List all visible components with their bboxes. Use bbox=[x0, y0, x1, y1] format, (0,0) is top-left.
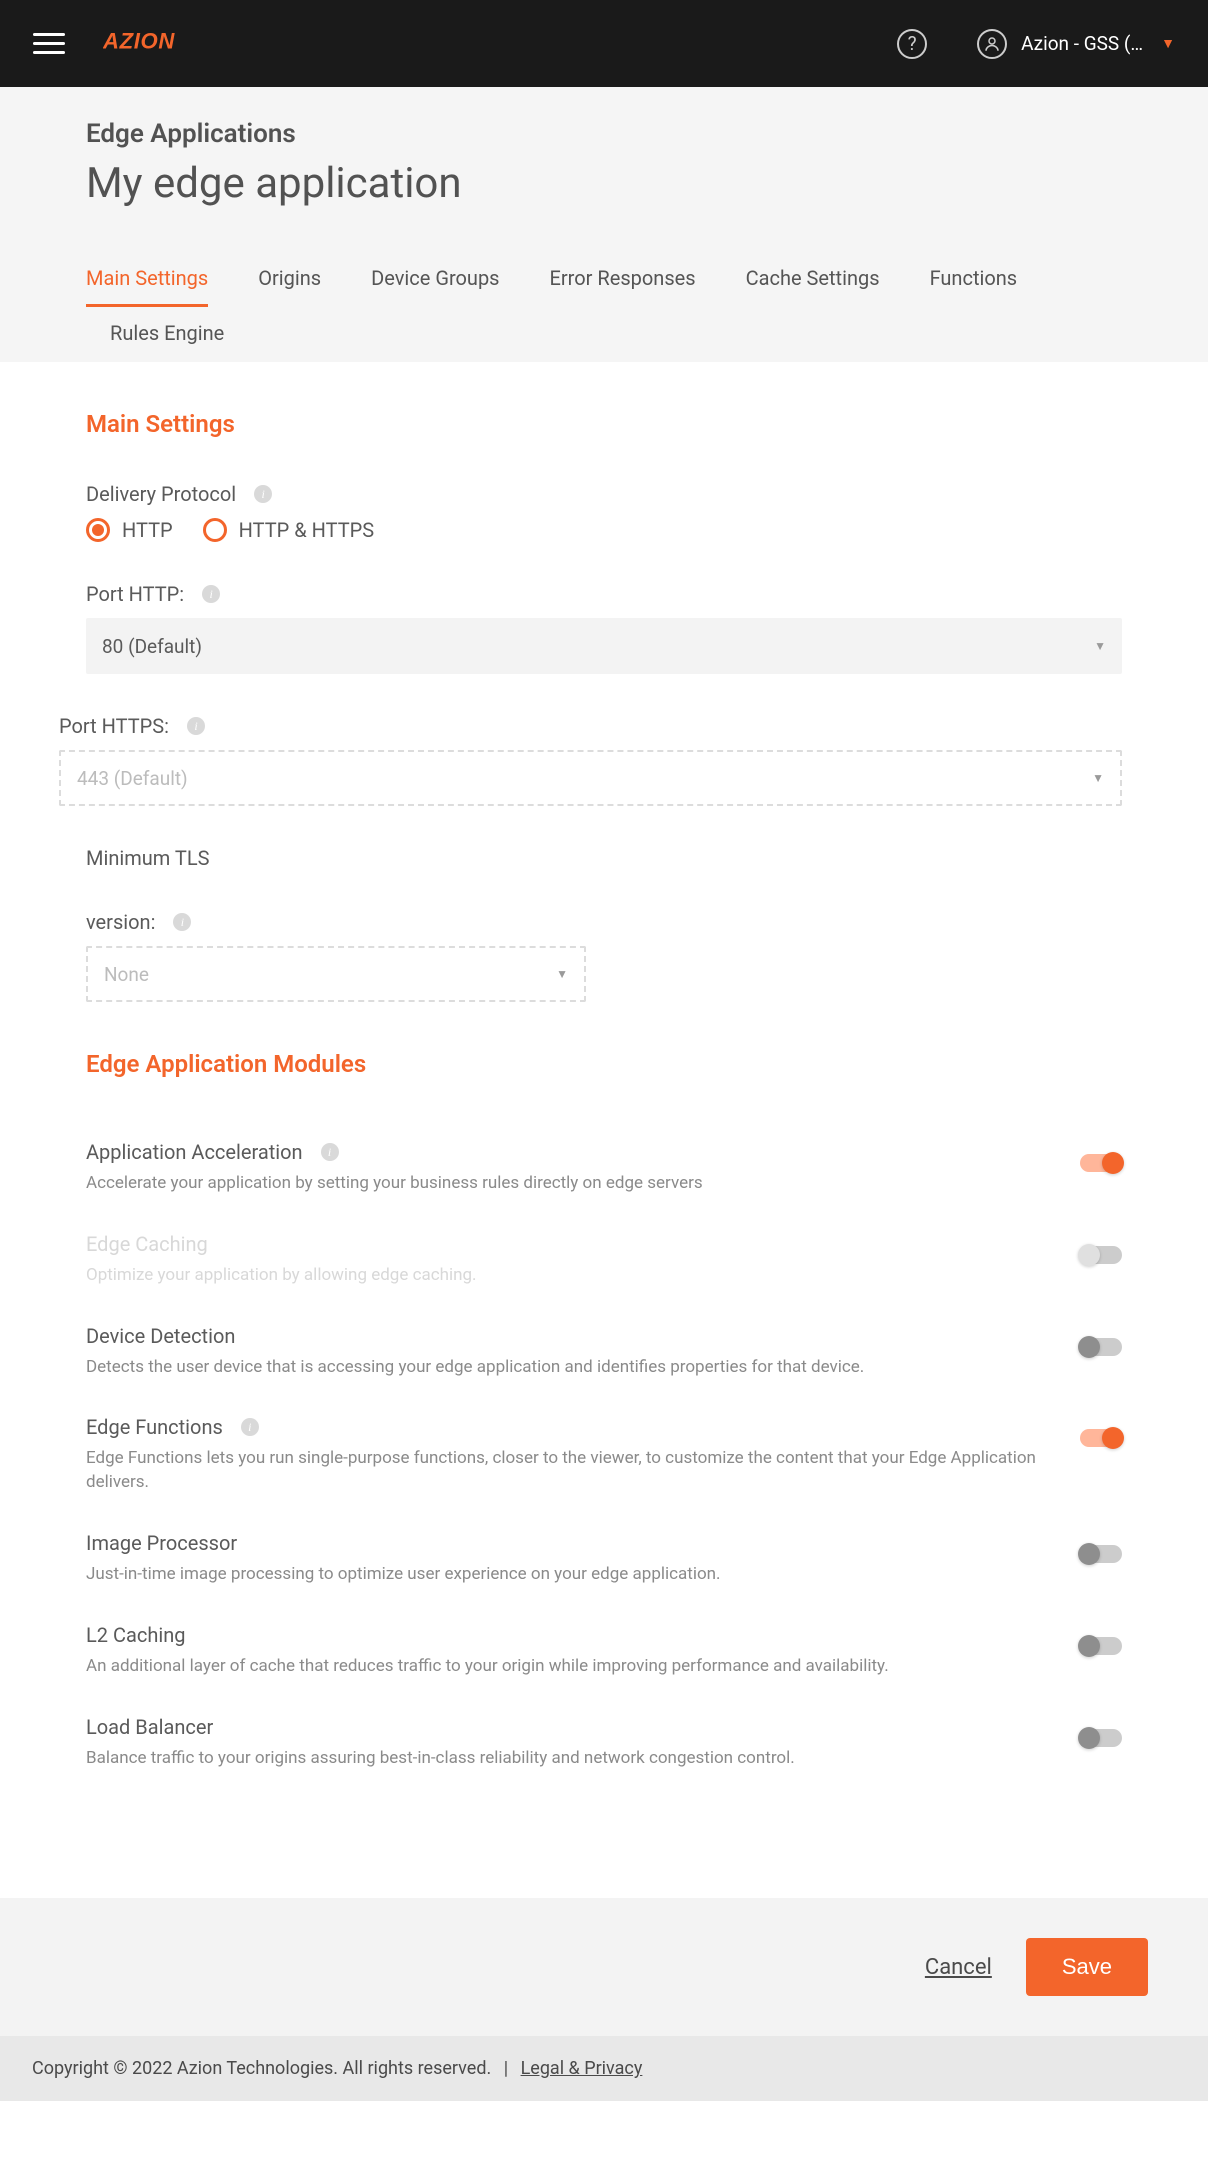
info-icon[interactable]: i bbox=[254, 485, 272, 503]
section-main-settings: Main Settings bbox=[86, 410, 1122, 438]
module-row: Image Processor Just-in-time image proces… bbox=[86, 1513, 1122, 1605]
page-title: My edge application bbox=[86, 159, 1122, 208]
tab-origins[interactable]: Origins bbox=[258, 252, 321, 307]
module-row: Load Balancer Balance traffic to your ori… bbox=[86, 1697, 1122, 1789]
label-delivery-protocol: Delivery Protocol i bbox=[86, 482, 272, 506]
legal-link[interactable]: Legal & Privacy bbox=[521, 2058, 643, 2079]
info-icon[interactable]: i bbox=[173, 913, 191, 931]
info-icon[interactable]: i bbox=[202, 585, 220, 603]
chevron-down-icon[interactable]: ▼ bbox=[1161, 35, 1175, 52]
module-row: Edge Caching Optimize your application by… bbox=[86, 1214, 1122, 1306]
module-desc: Just-in-time image processing to optimiz… bbox=[86, 1563, 1040, 1587]
tab-cache-settings[interactable]: Cache Settings bbox=[746, 252, 880, 307]
tab-device-groups[interactable]: Device Groups bbox=[371, 252, 499, 307]
radio-http-https[interactable]: HTTP & HTTPS bbox=[203, 518, 375, 542]
actions-bar: Cancel Save bbox=[0, 1898, 1208, 2036]
module-title: Load Balancer bbox=[86, 1715, 1040, 1739]
toggle bbox=[1080, 1246, 1122, 1264]
select-min-tls: None ▼ bbox=[86, 946, 586, 1002]
chevron-down-icon: ▼ bbox=[1094, 639, 1106, 653]
label-port-http: Port HTTP: i bbox=[86, 582, 220, 606]
module-row: Application Accelerationi Accelerate your… bbox=[86, 1122, 1122, 1214]
tab-functions[interactable]: Functions bbox=[930, 252, 1018, 307]
toggle[interactable] bbox=[1080, 1729, 1122, 1747]
label-min-tls1: Minimum TLS bbox=[86, 846, 1122, 870]
save-button[interactable]: Save bbox=[1026, 1938, 1148, 1996]
chevron-down-icon: ▼ bbox=[1092, 771, 1104, 785]
module-row: L2 Caching An additional layer of cache t… bbox=[86, 1605, 1122, 1697]
module-row: Device Detection Detects the user device … bbox=[86, 1306, 1122, 1398]
toggle[interactable] bbox=[1080, 1545, 1122, 1563]
avatar-icon[interactable] bbox=[977, 29, 1007, 59]
toggle[interactable] bbox=[1080, 1637, 1122, 1655]
logo[interactable]: AZION bbox=[103, 28, 233, 60]
svg-text:AZION: AZION bbox=[103, 28, 175, 53]
toggle[interactable] bbox=[1080, 1154, 1122, 1172]
menu-icon[interactable] bbox=[33, 28, 65, 60]
help-icon[interactable]: ? bbox=[897, 29, 927, 59]
tab-rules-engine[interactable]: Rules Engine bbox=[110, 307, 224, 362]
radio-http[interactable]: HTTP bbox=[86, 518, 173, 542]
copyright-text: Copyright © 2022 Azion Technologies. All… bbox=[32, 2058, 491, 2079]
footer: Copyright © 2022 Azion Technologies. All… bbox=[0, 2036, 1208, 2101]
content: Main Settings Delivery Protocol i HTTP H… bbox=[0, 362, 1208, 1898]
tabs: Main Settings Origins Device Groups Erro… bbox=[86, 252, 1122, 362]
module-desc: Balance traffic to your origins assuring… bbox=[86, 1747, 1040, 1771]
module-title: Device Detection bbox=[86, 1324, 1040, 1348]
topbar: AZION ? Azion - GSS (… ▼ bbox=[0, 0, 1208, 87]
module-desc: Edge Functions lets you run single-purpo… bbox=[86, 1447, 1040, 1495]
cancel-button[interactable]: Cancel bbox=[925, 1955, 992, 1980]
toggle[interactable] bbox=[1080, 1338, 1122, 1356]
select-port-http[interactable]: 80 (Default) ▼ bbox=[86, 618, 1122, 674]
select-port-https: 443 (Default) ▼ bbox=[59, 750, 1122, 806]
module-title: Application Accelerationi bbox=[86, 1140, 1040, 1164]
user-label[interactable]: Azion - GSS (… bbox=[1021, 32, 1143, 55]
module-row: Edge Functionsi Edge Functions lets you r… bbox=[86, 1397, 1122, 1513]
breadcrumb: Edge Applications bbox=[86, 119, 1122, 149]
module-title: Image Processor bbox=[86, 1531, 1040, 1555]
module-title: Edge Functionsi bbox=[86, 1415, 1040, 1439]
toggle[interactable] bbox=[1080, 1429, 1122, 1447]
info-icon[interactable]: i bbox=[321, 1143, 339, 1161]
label-min-tls2: version: i bbox=[86, 910, 191, 934]
page-header: Edge Applications My edge application Ma… bbox=[0, 87, 1208, 362]
info-icon[interactable]: i bbox=[241, 1418, 259, 1436]
module-desc: An additional layer of cache that reduce… bbox=[86, 1655, 1040, 1679]
chevron-down-icon: ▼ bbox=[556, 967, 568, 981]
module-desc: Optimize your application by allowing ed… bbox=[86, 1264, 1040, 1288]
section-modules: Edge Application Modules bbox=[86, 1050, 1122, 1078]
module-title: Edge Caching bbox=[86, 1232, 1040, 1256]
label-port-https: Port HTTPS: i bbox=[59, 714, 205, 738]
module-desc: Detects the user device that is accessin… bbox=[86, 1356, 1040, 1380]
tab-main-settings[interactable]: Main Settings bbox=[86, 252, 208, 307]
module-title: L2 Caching bbox=[86, 1623, 1040, 1647]
module-desc: Accelerate your application by setting y… bbox=[86, 1172, 1040, 1196]
tab-error-responses[interactable]: Error Responses bbox=[550, 252, 696, 307]
info-icon[interactable]: i bbox=[187, 717, 205, 735]
radio-delivery-protocol: HTTP HTTP & HTTPS bbox=[86, 518, 1122, 542]
